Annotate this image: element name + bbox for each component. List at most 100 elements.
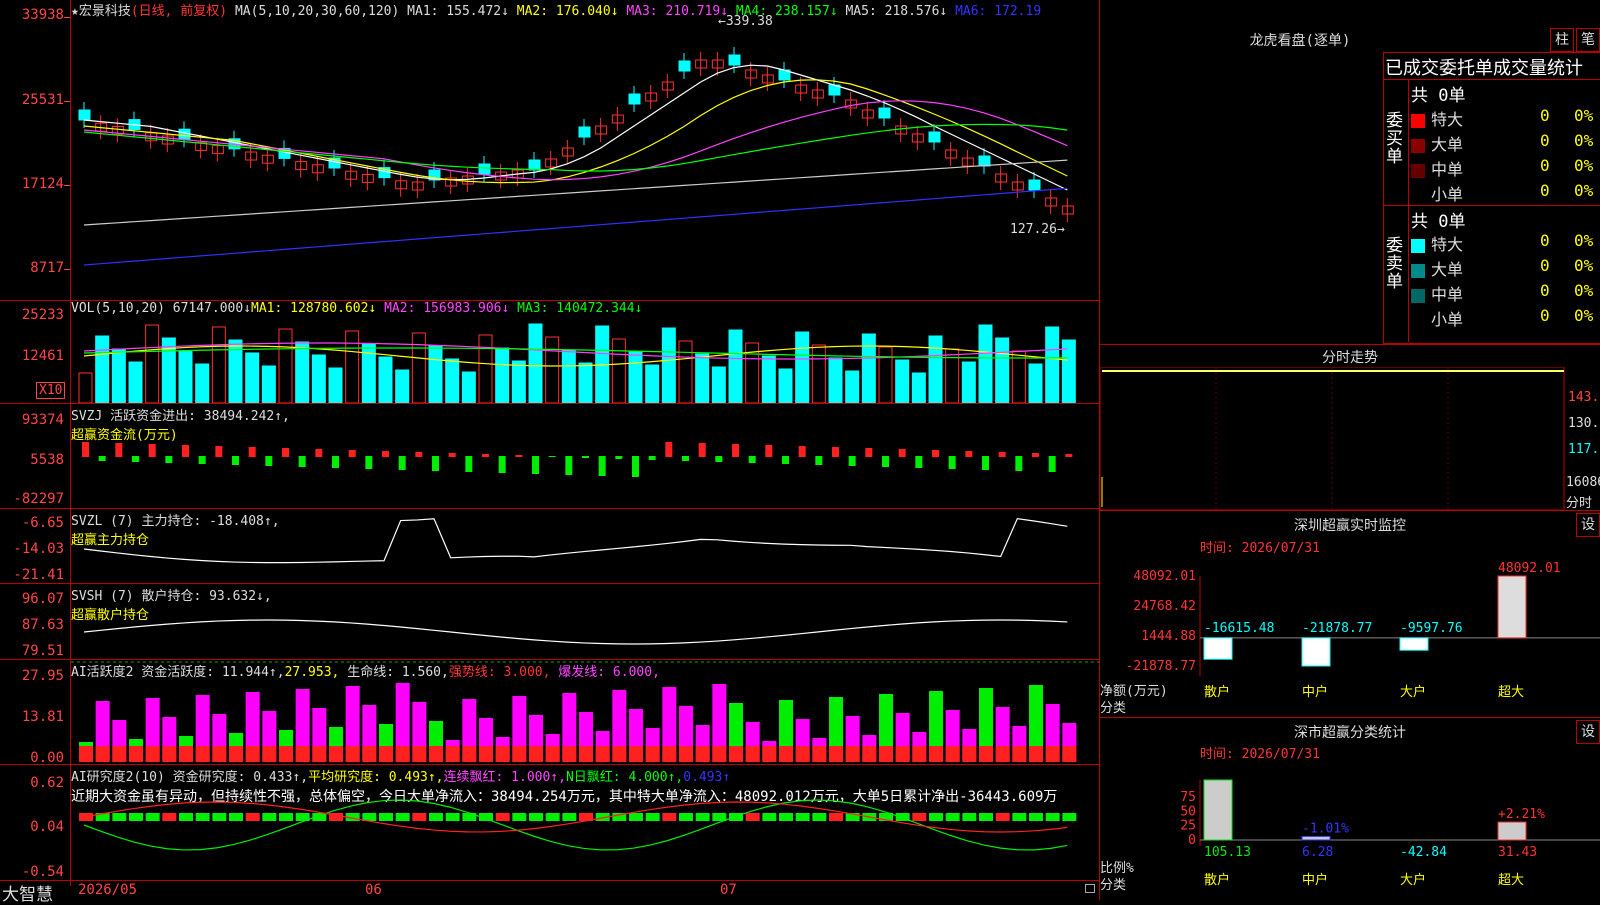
research-bar (712, 813, 727, 821)
fenshi-y-label: 130.1 (1568, 416, 1600, 431)
volume-bar (861, 333, 876, 403)
flow-bar (465, 456, 473, 472)
volume-bar (128, 361, 143, 403)
flow-bar (798, 446, 806, 457)
activity-base-bar (362, 746, 377, 762)
volume-bar (728, 329, 743, 403)
candle (878, 107, 891, 119)
bar-mode-button[interactable]: 柱 (1550, 28, 1574, 52)
volume-bar (511, 360, 526, 403)
activity-base-bar (162, 746, 177, 762)
research-bar (979, 813, 993, 821)
row-qty: 0 (1540, 281, 1550, 300)
candle (528, 159, 541, 171)
activity-base-bar (79, 746, 93, 762)
intraday-chart[interactable] (1100, 367, 1600, 510)
sz-bar-value: -21878.77 (1302, 621, 1372, 636)
volume-bar (428, 345, 443, 403)
price-chart[interactable] (71, 20, 1099, 300)
research-bar (279, 813, 293, 821)
flow-bar (848, 456, 856, 466)
volume-bar (645, 364, 660, 403)
volume-chart[interactable] (71, 301, 1099, 403)
activity-base-bar (945, 746, 960, 762)
chart-mode[interactable]: (日线, 前复权) (131, 4, 227, 19)
ai-research-chart[interactable] (71, 765, 1099, 880)
research-bar (412, 813, 427, 821)
sz-bar (1301, 637, 1331, 667)
research-bar (145, 813, 160, 821)
ai-activity-chart[interactable] (71, 660, 1099, 764)
flow-bar (615, 456, 623, 459)
cls-settings-button[interactable]: 设 (1576, 720, 1600, 744)
order-stat-title: 已成交委托单成交量统计 (1385, 58, 1583, 79)
volume-bar (711, 366, 726, 403)
research-bar (1012, 813, 1027, 821)
fenshi-y-label: 117.1 (1568, 442, 1600, 457)
y-tick (64, 17, 70, 18)
flow-bar (548, 456, 556, 457)
flow-bar (215, 446, 223, 457)
research-bar (529, 813, 543, 821)
volume-bar (311, 354, 326, 403)
flow-bar (698, 443, 706, 457)
fenshi-y-label: 143.1 (1568, 390, 1600, 405)
row-qty: 0 (1540, 256, 1550, 275)
lock-icon[interactable] (1085, 884, 1095, 893)
row-qty: 0 (1540, 106, 1550, 125)
divider (1383, 205, 1600, 206)
research-bar (812, 813, 827, 821)
cls-bar-value: 31.43 (1498, 845, 1537, 860)
volume-bar (95, 335, 110, 403)
activity-base-bar (195, 746, 210, 762)
svzj-y-label: -82297 (13, 491, 64, 507)
svzl-chart[interactable] (71, 509, 1099, 583)
row-label: 特大 (1431, 110, 1464, 129)
ma6-value: MA6: 172.19 (955, 4, 1042, 19)
flow-bar (282, 448, 289, 457)
sz-monitor-chart: 48092.01 24768.42 1444.88 -21878.77 -16615.4… (1126, 561, 1600, 700)
research-bar (829, 813, 843, 821)
sell-row: 小单 (1411, 306, 1463, 330)
flow-bar (1032, 453, 1039, 457)
buy-row: 中单 (1411, 156, 1463, 180)
flow-bar (298, 456, 306, 467)
candle (245, 151, 258, 161)
flow-bar (448, 453, 456, 457)
pen-mode-button[interactable]: 笔 (1576, 28, 1600, 52)
flow-bar (248, 447, 256, 457)
cls-y-label: 0 (1188, 833, 1196, 848)
activity-base-bar (829, 746, 843, 762)
sz-monitor-settings-button[interactable]: 设 (1576, 513, 1600, 537)
activity-base-bar (129, 746, 143, 762)
flow-bar (482, 454, 489, 457)
activity-base-bar (145, 746, 160, 762)
activity-base-bar (579, 746, 593, 762)
ma3-value: MA3: 210.719↓ (626, 4, 729, 19)
activity-base-bar (412, 746, 427, 762)
svsh-chart[interactable] (71, 584, 1099, 659)
activity-base-bar (662, 746, 677, 762)
cls-y-label: 50 (1180, 804, 1196, 819)
sz-bar-value: -16615.48 (1204, 621, 1274, 636)
activity-base-bar (229, 746, 243, 762)
flow-bar (932, 450, 939, 457)
candle (678, 60, 691, 72)
price-y-label: 25531 (21, 92, 64, 108)
volume-bar (678, 340, 693, 403)
candle (1028, 179, 1041, 191)
svzj-chart[interactable] (71, 404, 1099, 508)
divider (1408, 79, 1409, 342)
activity-base-bar (112, 746, 127, 762)
activity-base-bar (895, 746, 910, 762)
flow-bar (198, 456, 206, 464)
svzj-y-label: 93374 (21, 412, 64, 428)
divider (1100, 510, 1600, 511)
ma5-value: MA5: 218.576↓ (845, 4, 948, 19)
activity-base-bar (912, 746, 927, 762)
sz-bar-label: 中户 (1302, 684, 1328, 700)
sz-bar-label: 超大 (1498, 685, 1524, 700)
row-label: 中单 (1431, 285, 1464, 304)
flow-bar (1015, 456, 1023, 471)
flow-bar (832, 447, 839, 457)
